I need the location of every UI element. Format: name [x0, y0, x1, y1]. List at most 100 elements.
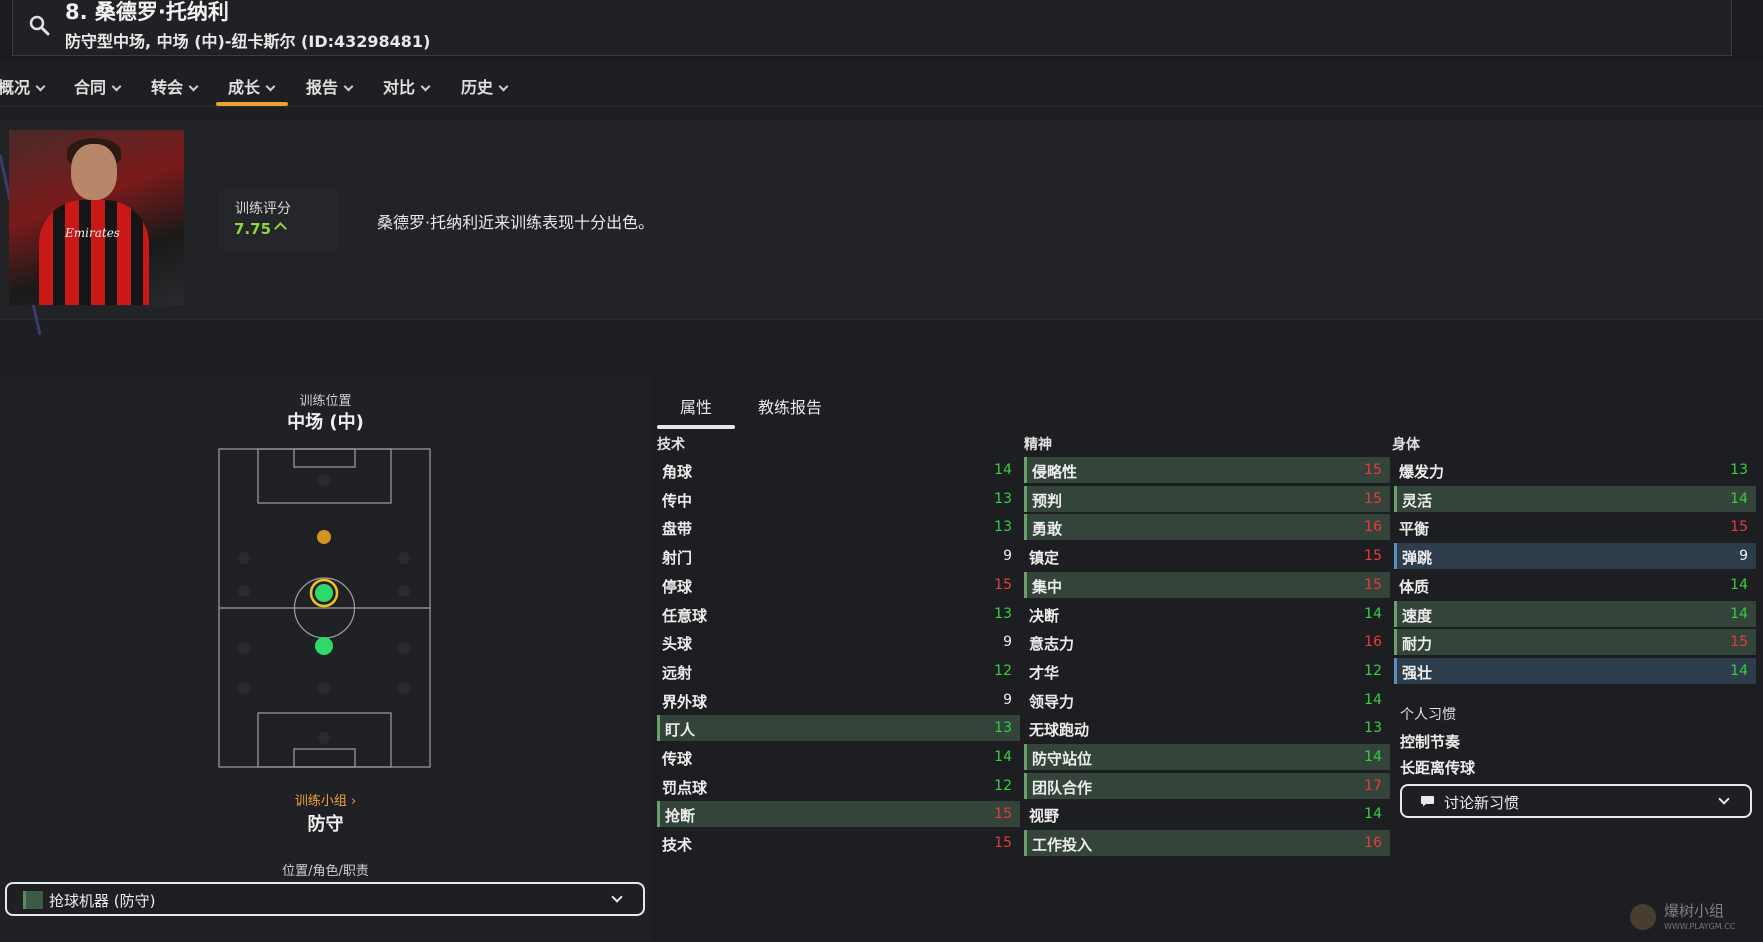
- attribute-value: 9: [1739, 548, 1748, 565]
- attribute-row[interactable]: 勇敢 16: [1024, 514, 1390, 541]
- attribute-value: 17: [1364, 777, 1382, 794]
- tab-history[interactable]: 历史: [461, 74, 509, 98]
- attribute-row[interactable]: 无球跑动 13: [1024, 715, 1390, 741]
- attribute-row[interactable]: 意志力 16: [1024, 629, 1390, 655]
- chevron-down-icon: [1718, 793, 1730, 805]
- attribute-row[interactable]: 任意球 13: [657, 601, 1020, 627]
- habit-item: 控制节奏: [1400, 733, 1461, 751]
- tab-coach-report[interactable]: 教练报告: [758, 394, 822, 418]
- attribute-value: 14: [1364, 691, 1382, 708]
- attribute-name: 勇敢: [1032, 520, 1063, 539]
- attribute-row[interactable]: 侵略性 15: [1024, 457, 1390, 483]
- watermark-logo-icon: [1630, 904, 1656, 930]
- attribute-row[interactable]: 耐力 15: [1394, 629, 1756, 656]
- attribute-name: 技术: [662, 836, 693, 855]
- attribute-name: 意志力: [1029, 635, 1075, 654]
- attribute-row[interactable]: 抢断 15: [657, 801, 1020, 828]
- chevron-down-icon: [343, 81, 354, 92]
- tab-transfer[interactable]: 转会: [151, 74, 199, 98]
- primary-position-dot: [315, 584, 333, 602]
- attribute-value: 15: [1730, 634, 1748, 651]
- tab-attributes[interactable]: 属性: [680, 394, 712, 418]
- attribute-row[interactable]: 平衡 15: [1394, 514, 1756, 540]
- attribute-row[interactable]: 弹跳 9: [1394, 543, 1756, 570]
- attribute-name: 射门: [662, 549, 693, 568]
- attribute-row[interactable]: 预判 15: [1024, 485, 1390, 512]
- attribute-name: 才华: [1029, 663, 1060, 682]
- attribute-value: 14: [1730, 662, 1748, 679]
- training-rating-label: 训练评分: [235, 201, 291, 217]
- attribute-row[interactable]: 角球 14: [657, 457, 1020, 483]
- attribute-row[interactable]: 射门 9: [657, 543, 1020, 569]
- attribute-name: 界外球: [662, 692, 708, 711]
- attribute-row[interactable]: 罚点球 12: [657, 773, 1020, 799]
- attribute-value: 13: [1730, 462, 1748, 478]
- attribute-row[interactable]: 技术 15: [657, 830, 1020, 856]
- attribute-value: 14: [994, 462, 1012, 478]
- role-select-value: 抢球机器 (防守): [49, 892, 156, 910]
- attribute-value: 13: [994, 519, 1012, 536]
- column-header-technical: 技术: [657, 437, 685, 453]
- attribute-value: 15: [1364, 490, 1382, 507]
- main-nav: 概况 合同 转会 成长 报告 对比 历史: [0, 62, 1763, 107]
- tab-reports[interactable]: 报告: [306, 74, 354, 98]
- attribute-row[interactable]: 传球 14: [657, 744, 1020, 770]
- attribute-row[interactable]: 传中 13: [657, 486, 1020, 512]
- player-name: 8. 桑德罗·托纳利: [65, 0, 229, 24]
- attribute-row[interactable]: 爆发力 13: [1394, 457, 1756, 483]
- attribute-value: 15: [994, 806, 1012, 823]
- pitch-diagram[interactable]: [218, 448, 431, 768]
- watermark: 爆树小组 WWW.PLAYGM.CC: [1630, 900, 1750, 936]
- attribute-row[interactable]: 才华 12: [1024, 658, 1390, 684]
- attribute-row[interactable]: 工作投入 16: [1024, 830, 1390, 857]
- attribute-value: 12: [1364, 662, 1382, 679]
- attribute-name: 平衡: [1399, 520, 1430, 539]
- attribute-name: 传球: [662, 750, 693, 768]
- photo-sponsor-text: Emirates: [65, 226, 120, 240]
- attribute-name: 预判: [1032, 491, 1063, 510]
- attribute-row[interactable]: 盯人 13: [657, 715, 1020, 742]
- tab-contract[interactable]: 合同: [74, 74, 122, 98]
- attribute-row[interactable]: 界外球 9: [657, 687, 1020, 713]
- attribute-value: 14: [1364, 605, 1382, 622]
- attribute-row[interactable]: 速度 14: [1394, 600, 1756, 627]
- attribute-value: 14: [1730, 605, 1748, 622]
- tab-overview[interactable]: 概况: [0, 74, 46, 98]
- training-rating-value: 7.75: [234, 220, 272, 238]
- attribute-row[interactable]: 头球 9: [657, 629, 1020, 655]
- training-position-label: 训练位置: [299, 394, 352, 409]
- search-icon[interactable]: [28, 14, 50, 36]
- attribute-value: 15: [1364, 576, 1382, 593]
- attribute-name: 强壮: [1402, 663, 1433, 682]
- chevron-down-icon: [420, 81, 431, 92]
- tab-development[interactable]: 成长: [228, 74, 276, 98]
- attribute-row[interactable]: 领导力 14: [1024, 687, 1390, 713]
- discuss-habits-button[interactable]: 讨论新习惯: [1400, 784, 1752, 818]
- attribute-name: 灵活: [1402, 491, 1433, 510]
- attribute-value: 15: [994, 835, 1012, 852]
- attribute-row[interactable]: 镇定 15: [1024, 543, 1390, 569]
- attribute-name: 盘带: [662, 520, 693, 539]
- attribute-row[interactable]: 团队合作 17: [1024, 772, 1390, 799]
- attribute-row[interactable]: 停球 15: [657, 572, 1020, 598]
- training-group-link[interactable]: 训练小组 ›: [0, 790, 651, 809]
- attribute-row[interactable]: 强壮 14: [1394, 657, 1756, 684]
- tab-compare[interactable]: 对比: [383, 74, 431, 98]
- attribute-row[interactable]: 灵活 14: [1394, 485, 1756, 512]
- attribute-name: 团队合作: [1032, 778, 1093, 797]
- attribute-value: 14: [994, 749, 1012, 765]
- attribute-row[interactable]: 视野 14: [1024, 801, 1390, 827]
- attribute-row[interactable]: 决断 14: [1024, 601, 1390, 627]
- attribute-row[interactable]: 集中 15: [1024, 571, 1390, 598]
- role-select[interactable]: 抢球机器 (防守): [5, 882, 645, 916]
- attribute-row[interactable]: 体质 14: [1394, 572, 1756, 598]
- chevron-down-icon: [188, 81, 199, 92]
- attribute-name: 镇定: [1029, 549, 1060, 568]
- column-header-mental: 精神: [1024, 437, 1052, 453]
- attribute-row[interactable]: 防守站位 14: [1024, 744, 1390, 770]
- attribute-value: 13: [1364, 720, 1382, 737]
- attribute-row[interactable]: 远射 12: [657, 658, 1020, 684]
- attribute-value: 15: [994, 576, 1012, 593]
- chat-bubble-icon: [1421, 796, 1434, 807]
- attribute-row[interactable]: 盘带 13: [657, 514, 1020, 540]
